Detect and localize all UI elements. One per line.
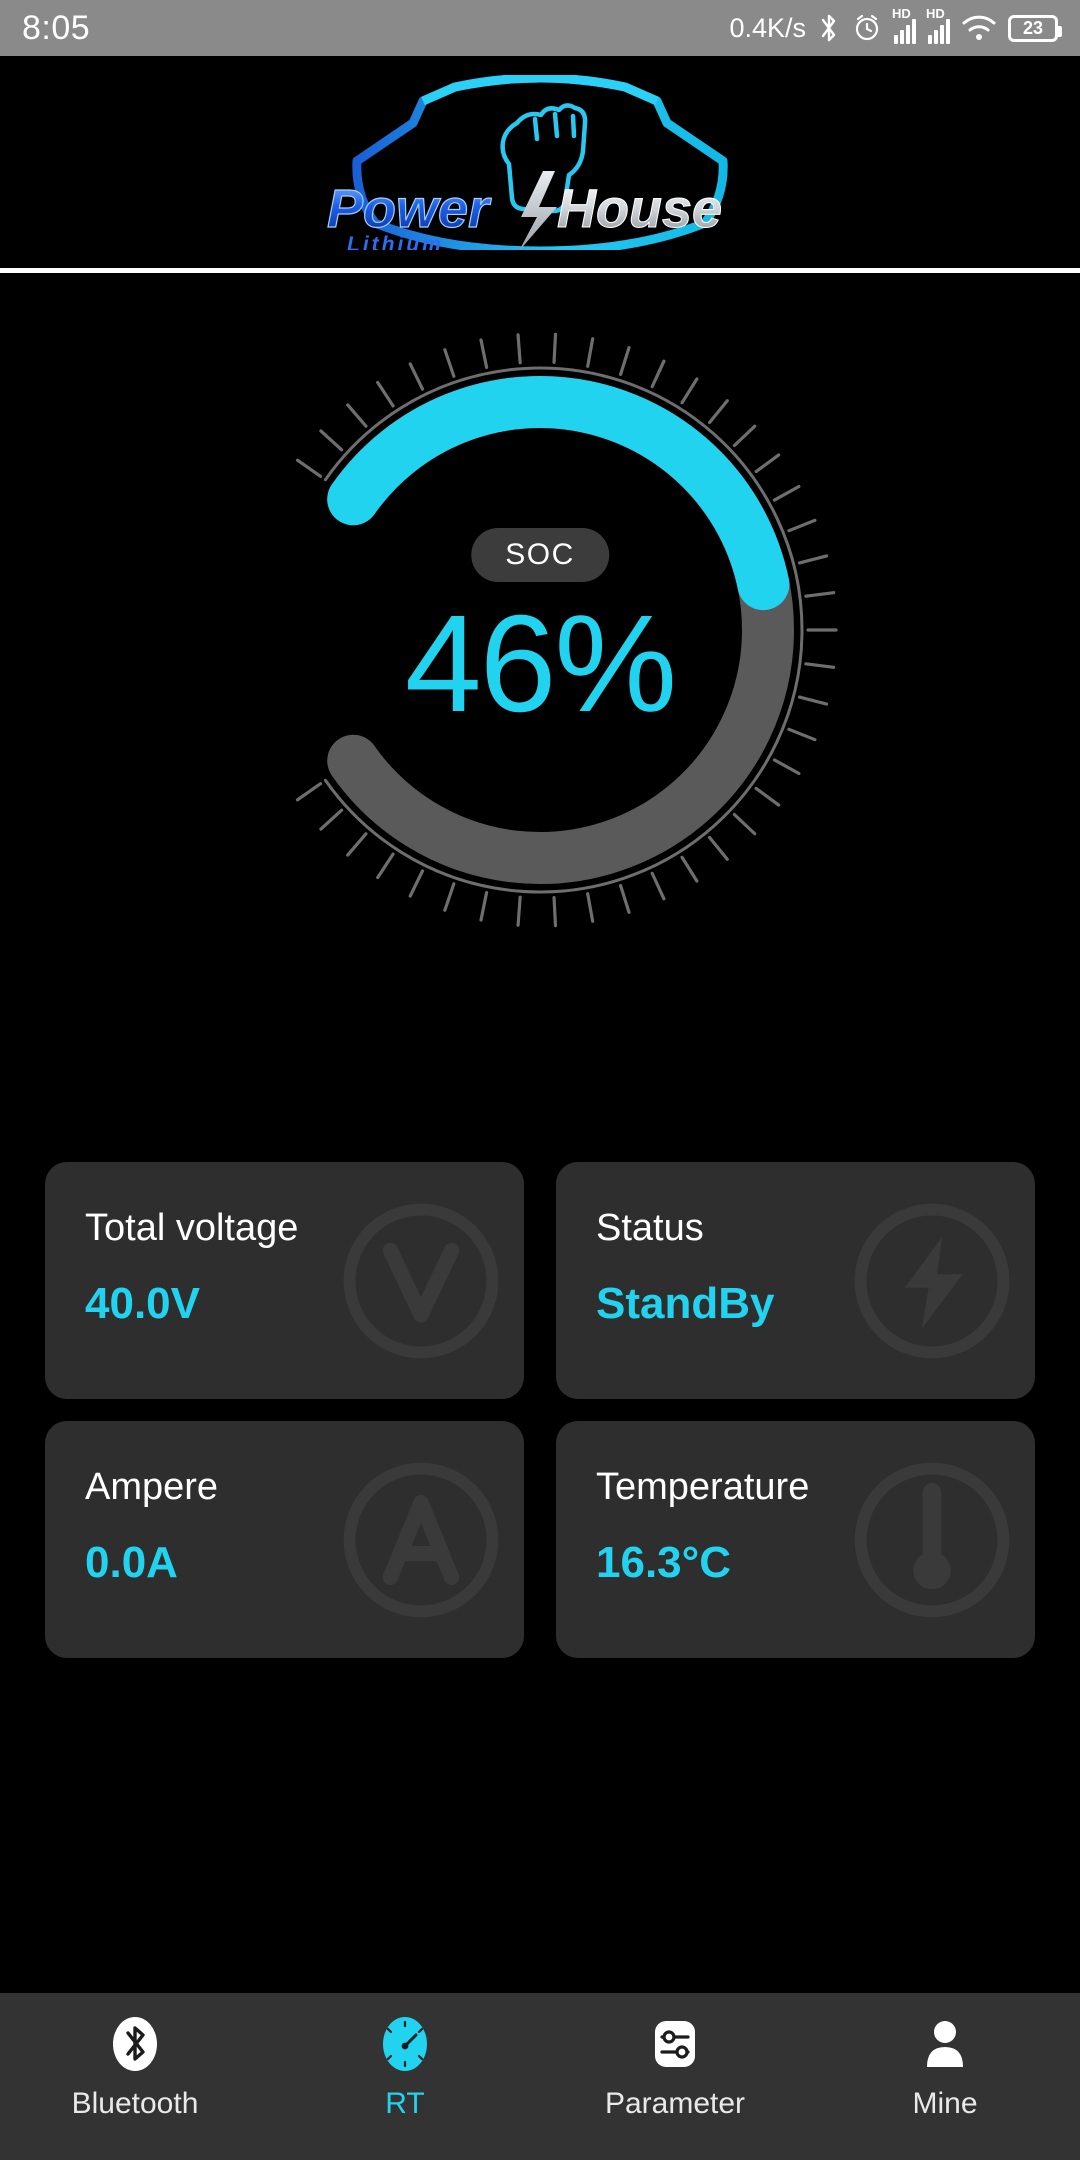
card-label: Status bbox=[596, 1207, 704, 1249]
card-value: StandBy bbox=[596, 1278, 775, 1328]
card-temperature[interactable]: Temperature 16.3°C bbox=[556, 1421, 1035, 1658]
wifi-icon bbox=[962, 14, 996, 42]
network-speed-text: 0.4K/s bbox=[729, 12, 806, 43]
svg-text:Power: Power bbox=[327, 179, 492, 239]
card-label: Total voltage bbox=[85, 1207, 299, 1249]
card-ampere[interactable]: Ampere 0.0A bbox=[45, 1421, 524, 1658]
sliders-icon bbox=[644, 2013, 706, 2075]
soc-gauge-section: SOC 46% bbox=[0, 290, 1080, 950]
header-divider bbox=[0, 268, 1080, 273]
signal-sim2-icon: HD bbox=[926, 7, 950, 44]
status-bar: 8:05 0.4K/s HD HD 23 bbox=[0, 0, 1080, 56]
svg-text:Lithium: Lithium bbox=[347, 233, 444, 250]
nav-item-rt[interactable]: RT bbox=[270, 2013, 540, 2119]
gauge-icon bbox=[374, 2013, 436, 2075]
sim2-hd-label: HD bbox=[926, 6, 945, 21]
battery-icon: 23 bbox=[1008, 14, 1062, 42]
sim1-hd-label: HD bbox=[892, 6, 911, 21]
battery-level-text: 23 bbox=[1022, 18, 1044, 38]
metrics-card-grid: Total voltage 40.0V Status StandBy Amper… bbox=[45, 1162, 1035, 1658]
card-status[interactable]: Status StandBy bbox=[556, 1162, 1035, 1399]
soc-label-badge: SOC bbox=[471, 528, 609, 582]
nav-label: Bluetooth bbox=[71, 2087, 199, 2120]
card-value: 0.0A bbox=[85, 1537, 178, 1587]
nav-label: RT bbox=[385, 2087, 425, 2120]
bottom-navigation-bar: Bluetooth RT Parameter Mine bbox=[0, 1993, 1080, 2160]
bluetooth-icon bbox=[818, 12, 840, 44]
status-bar-clock: 8:05 bbox=[22, 8, 91, 47]
soc-value-text: 46% bbox=[404, 587, 677, 741]
app-root: 8:05 0.4K/s HD HD 23 Power House Lithium… bbox=[0, 0, 1080, 2160]
card-label: Temperature bbox=[596, 1466, 810, 1508]
nav-item-bluetooth[interactable]: Bluetooth bbox=[0, 2013, 270, 2119]
nav-item-parameter[interactable]: Parameter bbox=[540, 2013, 810, 2119]
card-value: 16.3°C bbox=[596, 1537, 732, 1587]
status-bar-icons: 0.4K/s HD HD 23 bbox=[729, 7, 1062, 44]
svg-text:House: House bbox=[557, 179, 722, 239]
powerhouse-shield-fist-logo: Power House Lithium bbox=[305, 74, 775, 250]
card-label: Ampere bbox=[85, 1466, 219, 1508]
nav-label: Mine bbox=[912, 2087, 978, 2120]
app-header: Power House Lithium bbox=[0, 56, 1080, 268]
alarm-icon bbox=[852, 13, 882, 43]
card-total-voltage[interactable]: Total voltage 40.0V bbox=[45, 1162, 524, 1399]
nav-label: Parameter bbox=[604, 2087, 746, 2120]
person-icon bbox=[914, 2013, 976, 2075]
nav-item-mine[interactable]: Mine bbox=[810, 2013, 1080, 2119]
signal-sim1-icon: HD bbox=[892, 7, 916, 44]
bluetooth-icon bbox=[104, 2013, 166, 2075]
card-value: 40.0V bbox=[85, 1278, 200, 1328]
